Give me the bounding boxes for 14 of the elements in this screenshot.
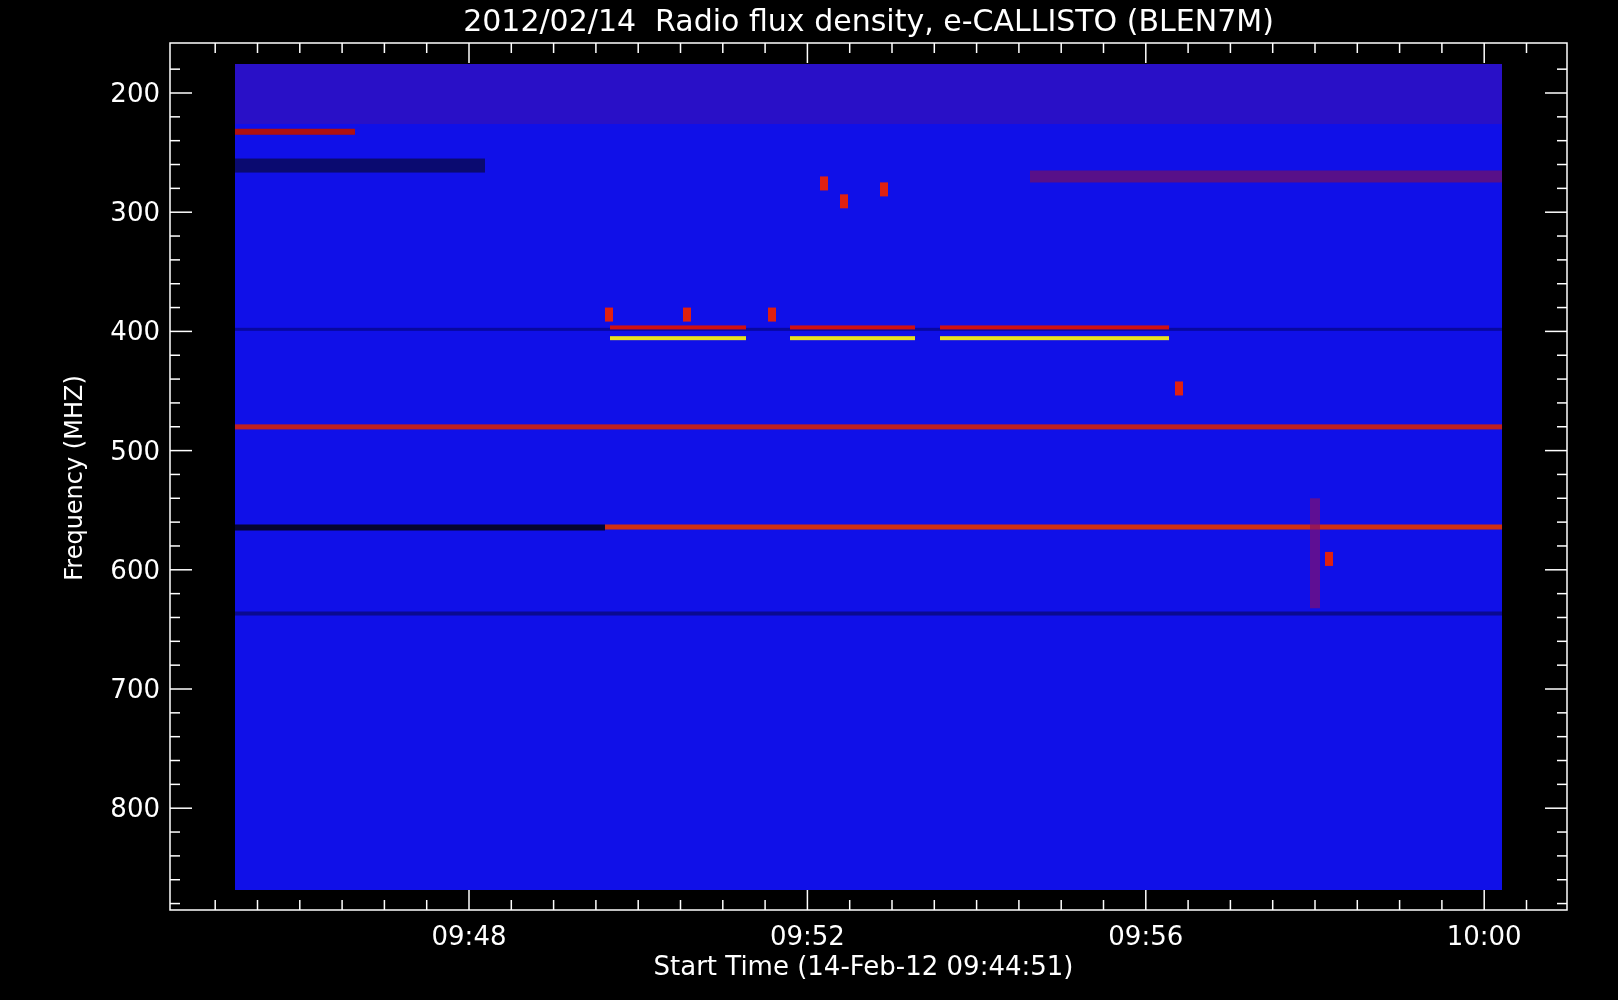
- y-tick-label: 700: [110, 674, 160, 704]
- x-tick-label: 09:52: [769, 921, 845, 951]
- y-tick-label: 200: [110, 78, 160, 108]
- y-tick-label: 800: [110, 793, 160, 824]
- y-axis-label: Frequency (MHZ): [60, 375, 88, 581]
- y-tick-label: 600: [110, 554, 160, 585]
- x-tick-label: 09:48: [431, 921, 507, 951]
- y-tick-label: 300: [110, 197, 160, 228]
- y-tick-label: 500: [110, 435, 160, 466]
- x-tick-label: 09:56: [1108, 921, 1184, 951]
- y-tick-label: 400: [110, 316, 160, 347]
- chart-title: 2012/02/14 Radio flux density, e-CALLISTO (BLEN7M): [463, 3, 1274, 38]
- x-tick-label: 10:00: [1446, 921, 1522, 951]
- x-axis-label: Start Time (14-Feb-12 09:44:51): [653, 951, 1074, 981]
